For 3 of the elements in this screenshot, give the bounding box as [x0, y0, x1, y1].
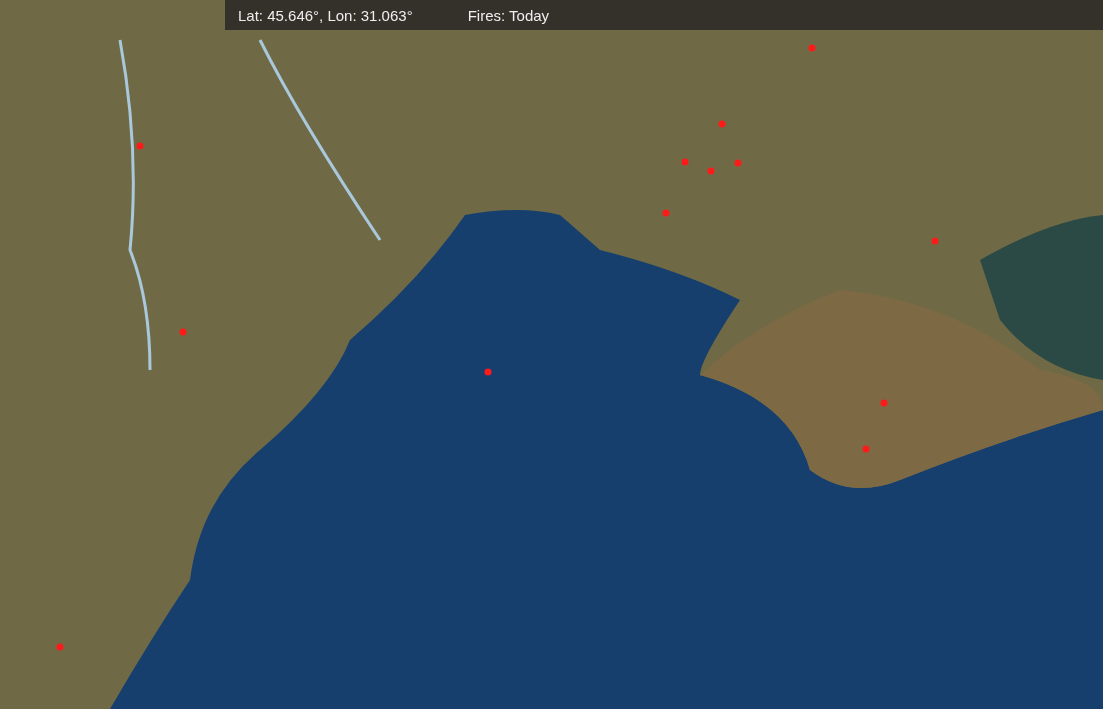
fires-filter-text: Fires: Today — [467, 6, 550, 24]
coordinates-text: Lat: 45.646°, Lon: 31.063° — [238, 6, 413, 24]
satellite-map[interactable] — [0, 0, 1103, 709]
